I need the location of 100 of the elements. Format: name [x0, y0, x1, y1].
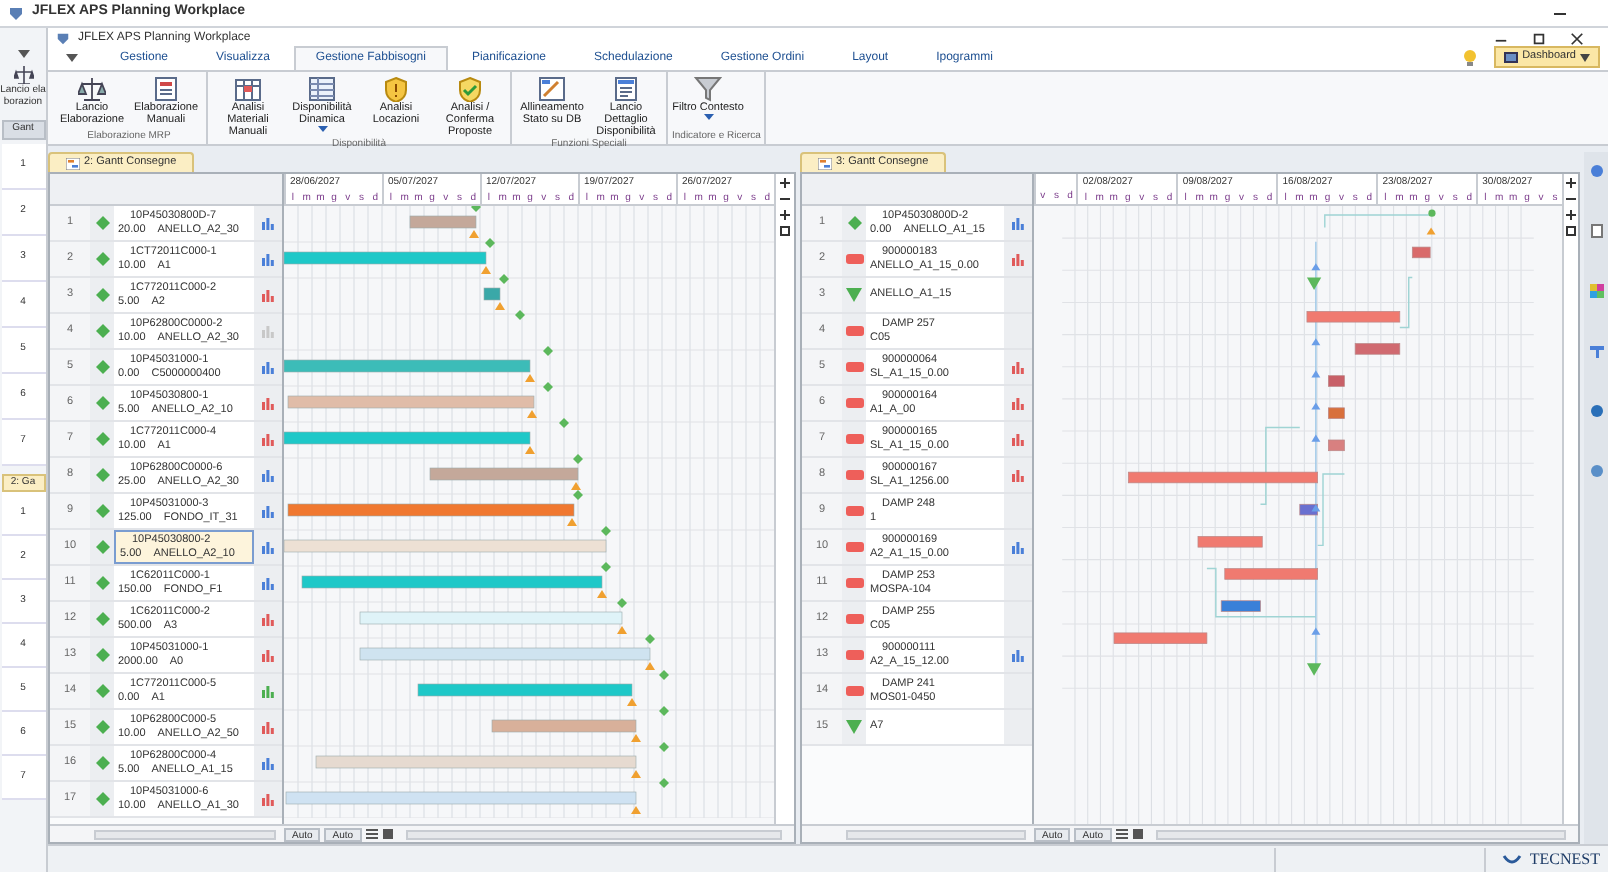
bar-chart-icon[interactable] [262, 469, 274, 481]
zoom-in-icon[interactable] [1566, 210, 1576, 220]
maximize-icon[interactable] [1532, 31, 1546, 45]
gantt-bar [1328, 375, 1345, 387]
caret-icon[interactable] [317, 126, 327, 132]
milestone-triangle [1306, 663, 1322, 676]
connector-line [1324, 214, 1433, 229]
scrollbar[interactable] [1155, 829, 1566, 839]
connector-line [1259, 426, 1301, 505]
bar-chart-icon[interactable] [262, 505, 274, 517]
caret-icon [1580, 53, 1590, 61]
scrollbar[interactable] [94, 829, 276, 839]
arrow-marker [1311, 263, 1321, 271]
diamond-icon [95, 504, 109, 518]
bar-chart-icon[interactable] [262, 541, 274, 553]
zoom-out-icon[interactable] [780, 194, 790, 204]
bar-chart-icon[interactable] [262, 361, 274, 373]
bar-chart-icon[interactable] [1012, 397, 1024, 409]
bar-chart-icon[interactable] [262, 577, 274, 589]
diamond-icon [95, 756, 109, 770]
milestone-marker [573, 454, 583, 464]
diamond-icon [95, 360, 109, 374]
fit-icon[interactable] [780, 226, 790, 236]
list-icon[interactable] [365, 828, 378, 840]
document-icon[interactable] [152, 76, 180, 102]
diamond-icon [95, 216, 109, 230]
bar-chart-icon[interactable] [262, 757, 274, 769]
circle-icon[interactable] [1589, 404, 1603, 418]
bar-icon [845, 254, 863, 264]
bar-chart-icon[interactable] [1012, 253, 1024, 265]
triangle-marker [525, 446, 535, 454]
bar-chart-icon[interactable] [1012, 433, 1024, 445]
gantt-bar [1220, 600, 1261, 612]
triangle-marker [571, 482, 581, 490]
bar-icon [845, 398, 863, 408]
fit-icon[interactable] [1566, 226, 1576, 236]
bar-icon [845, 506, 863, 516]
arrow-marker [1311, 370, 1321, 378]
bar-chart-icon[interactable] [262, 685, 274, 697]
zoom-in-icon[interactable] [780, 210, 790, 220]
milestone-marker [515, 310, 525, 320]
shield-warning-icon[interactable] [382, 76, 410, 102]
arrow-marker [1311, 504, 1321, 512]
bar-chart-icon[interactable] [262, 793, 274, 805]
triangle-marker [469, 230, 479, 238]
document-icon[interactable] [1589, 224, 1603, 238]
zoom-in-icon[interactable] [780, 178, 790, 188]
caret-icon[interactable] [64, 52, 80, 64]
bar-chart-icon[interactable] [262, 613, 274, 625]
triangle-marker [627, 698, 637, 706]
milestone-marker [1428, 209, 1436, 217]
milestone-marker [543, 382, 553, 392]
square-icon[interactable] [1131, 828, 1144, 840]
bar-chart-icon[interactable] [1012, 649, 1024, 661]
zoom-out-icon[interactable] [1566, 194, 1576, 204]
gantt-bar [483, 287, 501, 301]
list-icon[interactable] [1115, 828, 1128, 840]
bar-chart-icon[interactable] [262, 289, 274, 301]
close-icon[interactable] [1570, 31, 1584, 45]
funnel-icon[interactable] [694, 76, 722, 102]
document-icon[interactable] [612, 76, 640, 102]
arrow-marker [1311, 402, 1321, 410]
milestone-marker [485, 238, 495, 248]
milestone-marker [543, 346, 553, 356]
bar-icon [845, 542, 863, 552]
caret-icon[interactable] [703, 114, 713, 120]
diamond-icon [95, 540, 109, 554]
scrollbar[interactable] [405, 829, 782, 839]
triangle-marker [617, 626, 627, 634]
scrollbar[interactable] [846, 829, 1026, 839]
square-icon[interactable] [381, 828, 394, 840]
scales-icon[interactable] [78, 76, 106, 102]
bar-chart-icon[interactable] [1012, 469, 1024, 481]
milestone-marker [659, 706, 669, 716]
bar-chart-icon[interactable] [262, 253, 274, 265]
diamond-icon [95, 432, 109, 446]
triangle-marker [597, 590, 607, 598]
bar-chart-icon[interactable] [262, 397, 274, 409]
palette-icon[interactable] [1589, 284, 1603, 298]
shield-check-icon[interactable] [456, 76, 484, 102]
bar-chart-icon[interactable] [1012, 541, 1024, 553]
table-icon[interactable] [308, 76, 336, 102]
bar-chart-icon[interactable] [262, 217, 274, 229]
lightbulb-icon[interactable] [1462, 48, 1479, 68]
bar-chart-icon[interactable] [262, 433, 274, 445]
bar-chart-icon[interactable] [1012, 361, 1024, 373]
caret-icon[interactable] [15, 48, 31, 60]
hammer-icon[interactable] [1589, 344, 1603, 358]
connector-line [1399, 276, 1414, 329]
bar-chart-icon[interactable] [1012, 217, 1024, 229]
triangle-marker [631, 770, 641, 778]
table-icon[interactable] [234, 76, 262, 102]
gantt-bar [1224, 568, 1318, 580]
screen-icon [1504, 51, 1519, 63]
document-icon[interactable] [538, 76, 566, 102]
connector-line [1206, 567, 1317, 618]
bar-chart-icon[interactable] [262, 649, 274, 661]
bar-chart-icon[interactable] [262, 721, 274, 733]
zoom-in-icon[interactable] [1566, 178, 1576, 188]
scales-icon[interactable] [13, 66, 33, 84]
